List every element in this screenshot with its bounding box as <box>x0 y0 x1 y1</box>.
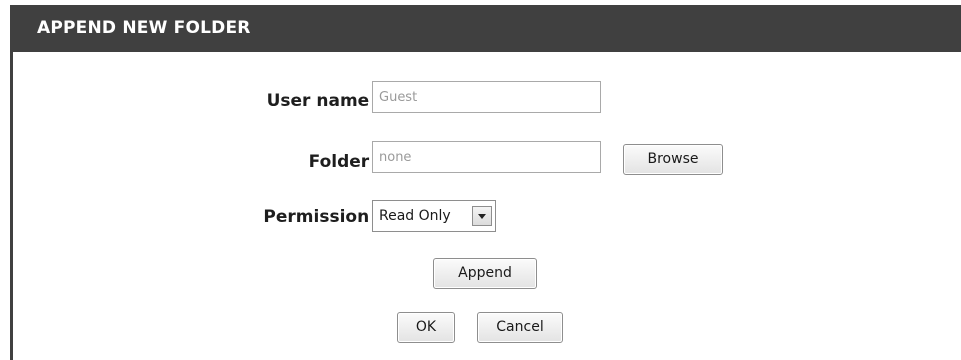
browse-button[interactable]: Browse <box>623 144 723 175</box>
ok-button[interactable]: OK <box>397 312 455 343</box>
permission-label-row: Permission: <box>263 207 382 227</box>
page: APPEND NEW FOLDER User name: Folder: Bro… <box>0 0 961 360</box>
user-name-input[interactable] <box>372 81 601 113</box>
user-name-label: User name <box>266 91 370 111</box>
panel-title: APPEND NEW FOLDER <box>13 5 961 52</box>
folder-input[interactable] <box>372 141 601 173</box>
permission-selected-value: Read Only <box>379 208 451 224</box>
chevron-down-icon[interactable] <box>472 206 492 226</box>
permission-label: Permission <box>263 207 370 227</box>
user-name-label-row: User name: <box>267 91 382 111</box>
append-button[interactable]: Append <box>433 258 537 289</box>
folder-label: Folder <box>308 152 370 172</box>
permission-select[interactable]: Read Only <box>372 200 496 232</box>
cancel-button[interactable]: Cancel <box>477 312 563 343</box>
folder-label-row: Folder: <box>309 152 382 172</box>
append-folder-panel: APPEND NEW FOLDER User name: Folder: Bro… <box>10 5 961 360</box>
